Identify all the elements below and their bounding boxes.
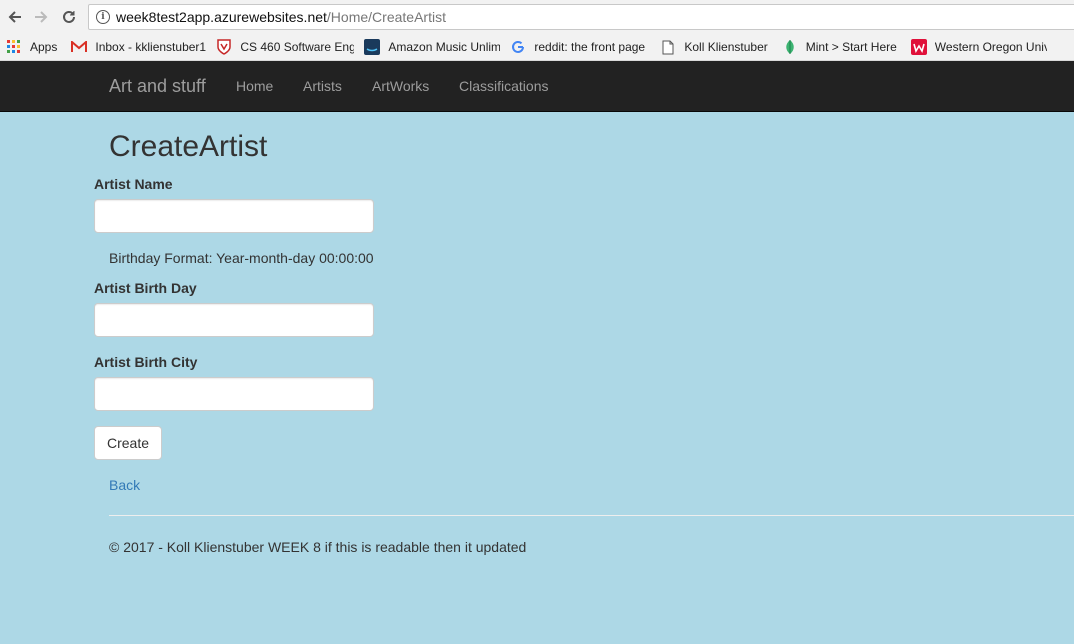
google-icon bbox=[510, 39, 526, 55]
bookmark-label: Mint > Start Here bbox=[805, 40, 897, 54]
info-icon[interactable]: i bbox=[96, 10, 110, 24]
artist-birth-city-label: Artist Birth City bbox=[94, 354, 198, 370]
bookmark-wou[interactable]: Western Oregon Univ bbox=[910, 39, 1047, 55]
artist-birthday-input[interactable] bbox=[94, 303, 374, 337]
address-bar[interactable]: i week8test2app.azurewebsites.net/Home/C… bbox=[88, 4, 1074, 30]
create-button[interactable]: Create bbox=[94, 426, 162, 460]
nav-artists[interactable]: Artists bbox=[303, 78, 342, 94]
bookmarks-bar: Apps Inbox - kklienstuber1 CS 460 Softwa… bbox=[0, 34, 1074, 61]
gmail-icon bbox=[71, 39, 88, 55]
artist-name-input[interactable] bbox=[94, 199, 374, 233]
wou-icon bbox=[910, 39, 927, 55]
brand-link[interactable]: Art and stuff bbox=[109, 76, 206, 97]
bookmark-label: Koll Klienstuber bbox=[684, 40, 768, 54]
footer-text: © 2017 - Koll Klienstuber WEEK 8 if this… bbox=[109, 539, 527, 555]
nav-home[interactable]: Home bbox=[236, 78, 273, 94]
mint-leaf-icon bbox=[782, 39, 798, 55]
bookmark-amazon-music[interactable]: Amazon Music Unlim bbox=[364, 39, 500, 55]
bookmark-label: Amazon Music Unlim bbox=[388, 40, 501, 54]
back-arrow-icon[interactable] bbox=[4, 6, 26, 28]
bookmark-label: reddit: the front page bbox=[534, 40, 646, 54]
bookmark-reddit[interactable]: reddit: the front page bbox=[510, 39, 648, 55]
birthday-format-hint: Birthday Format: Year-month-day 00:00:00 bbox=[109, 250, 374, 266]
amazon-music-icon bbox=[364, 39, 381, 55]
page-title: CreateArtist bbox=[109, 130, 268, 163]
bookmark-label: Apps bbox=[30, 40, 58, 54]
nav-classifications[interactable]: Classifications bbox=[459, 78, 548, 94]
bookmark-mint[interactable]: Mint > Start Here bbox=[782, 39, 897, 55]
bookmark-label: Inbox - kklienstuber1 bbox=[95, 40, 207, 54]
apps-grid-icon bbox=[6, 39, 22, 55]
artist-birth-city-input[interactable] bbox=[94, 377, 374, 411]
browser-toolbar: i week8test2app.azurewebsites.net/Home/C… bbox=[0, 0, 1074, 34]
artist-name-label: Artist Name bbox=[94, 176, 173, 192]
bookmark-label: Western Oregon Univ bbox=[934, 40, 1047, 54]
footer-divider bbox=[109, 515, 1074, 516]
bookmark-cs460[interactable]: CS 460 Software Engi bbox=[216, 39, 354, 55]
url-path: /Home/CreateArtist bbox=[326, 9, 446, 25]
bookmark-koll[interactable]: Koll Klienstuber bbox=[660, 39, 768, 55]
document-icon bbox=[660, 39, 676, 55]
bookmark-apps[interactable]: Apps bbox=[6, 39, 57, 55]
site-navbar: Art and stuff Home Artists ArtWorks Clas… bbox=[0, 61, 1074, 112]
shield-crest-icon bbox=[216, 39, 232, 55]
nav-artworks[interactable]: ArtWorks bbox=[372, 78, 429, 94]
forward-arrow-icon[interactable] bbox=[30, 6, 52, 28]
reload-icon[interactable] bbox=[58, 6, 80, 28]
bookmark-label: CS 460 Software Engi bbox=[240, 40, 355, 54]
url-host: week8test2app.azurewebsites.net bbox=[116, 9, 327, 25]
bookmark-inbox[interactable]: Inbox - kklienstuber1 bbox=[71, 39, 206, 55]
back-link[interactable]: Back bbox=[109, 477, 140, 493]
artist-birthday-label: Artist Birth Day bbox=[94, 280, 197, 296]
